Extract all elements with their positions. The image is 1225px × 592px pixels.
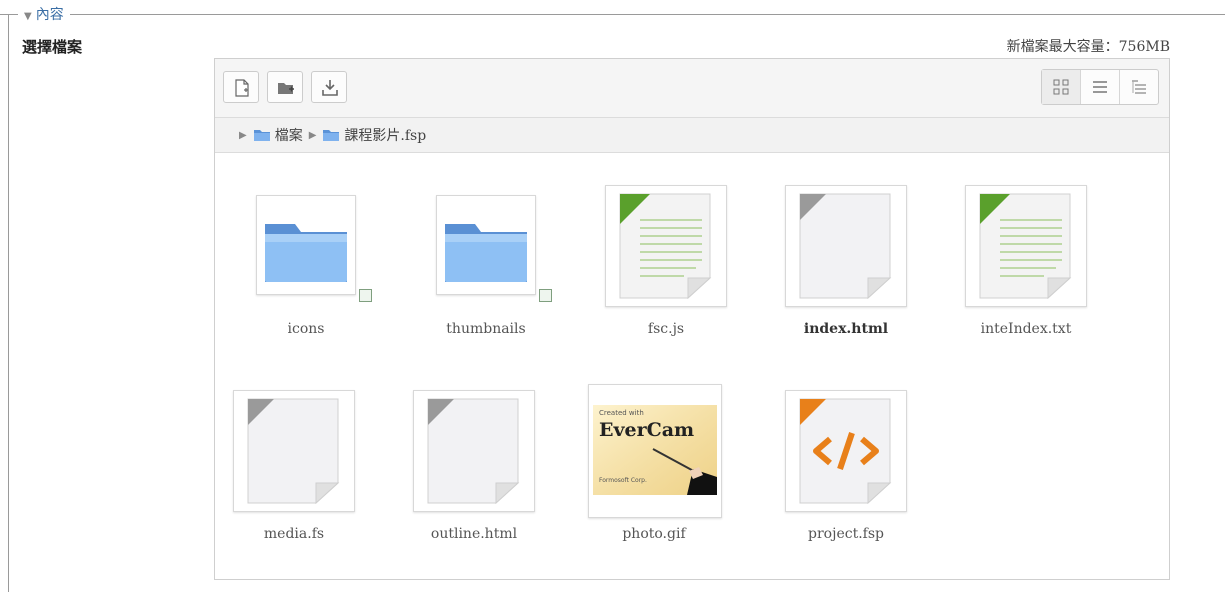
section-toggle-content[interactable]: ▼ 內容 (18, 4, 70, 24)
text-document-icon (619, 193, 712, 300)
folder-thumbnail (256, 195, 356, 295)
breadcrumb-current-label: 課程影片.fsp (344, 128, 427, 144)
tree-view-button[interactable] (1119, 70, 1158, 104)
file-name: inteIndex.txt (980, 321, 1072, 337)
file-name: fsc.js (647, 321, 685, 337)
icon-view-icon (1053, 79, 1069, 95)
document-icon (427, 398, 520, 505)
image-thumbnail: Created with EverCam Formosoft Corp. (588, 384, 722, 518)
document-icon (247, 398, 340, 505)
add-file-button[interactable] (223, 71, 259, 103)
tree-view-icon (1132, 80, 1146, 94)
text-file-thumbnail (965, 185, 1087, 307)
file-name: icons (287, 321, 325, 337)
list-view-button[interactable] (1080, 70, 1119, 104)
view-mode-group (1041, 69, 1159, 105)
file-name: photo.gif (622, 526, 686, 542)
collapse-triangle-icon: ▼ (24, 11, 32, 22)
folder-icon (265, 224, 347, 282)
folder-thumbnail (436, 195, 536, 295)
folder-info-icon (359, 289, 372, 302)
photo-caption-footer: Formosoft Corp. (599, 477, 647, 484)
document-thumbnail (233, 390, 355, 512)
breadcrumb-arrow-icon: ▶ (239, 129, 247, 141)
list-view-icon (1093, 81, 1107, 93)
icon-view-button[interactable] (1042, 70, 1080, 104)
file-name: index.html (803, 321, 889, 337)
file-picker-label: 選擇檔案 (22, 38, 83, 56)
breadcrumb-root-label: 檔案 (274, 128, 303, 144)
file-manager-toolbar (215, 59, 1169, 118)
file-name: outline.html (430, 526, 518, 542)
breadcrumb-root[interactable]: 檔案 (253, 125, 303, 145)
breadcrumb-current[interactable]: 課程影片.fsp (322, 125, 426, 145)
add-file-icon (235, 79, 249, 97)
file-name: thumbnails (446, 321, 526, 337)
document-thumbnail (413, 390, 535, 512)
photo-caption-brand: EverCam (599, 419, 695, 441)
code-file-thumbnail (785, 390, 907, 512)
fieldset-border-top (0, 14, 1225, 15)
section-title: 內容 (35, 7, 64, 23)
download-icon (322, 80, 338, 96)
file-name: media.fs (263, 526, 325, 542)
max-size-note: 新檔案最大容量：756MB (1006, 39, 1170, 55)
document-thumbnail (785, 185, 907, 307)
code-file-icon (799, 398, 892, 505)
file-manager: ▶ 檔案 ▶ 課程影片.fsp icons thumbnails fsc.js … (214, 58, 1170, 580)
fieldset-border-left (8, 14, 9, 592)
evercam-image-icon (593, 405, 717, 495)
folder-icon (323, 130, 340, 141)
create-folder-button[interactable] (267, 71, 303, 103)
photo-caption-small: Created with (599, 409, 644, 417)
folder-icon (445, 224, 527, 282)
breadcrumb: ▶ 檔案 ▶ 課程影片.fsp (215, 118, 1169, 153)
folder-icon (253, 130, 270, 141)
text-file-thumbnail (605, 185, 727, 307)
download-all-button[interactable] (311, 71, 347, 103)
create-folder-icon (278, 83, 294, 94)
breadcrumb-arrow-icon: ▶ (308, 129, 317, 141)
text-document-icon (979, 193, 1072, 300)
file-name: project.fsp (808, 526, 884, 542)
folder-info-icon (539, 289, 552, 302)
document-icon (799, 193, 892, 300)
